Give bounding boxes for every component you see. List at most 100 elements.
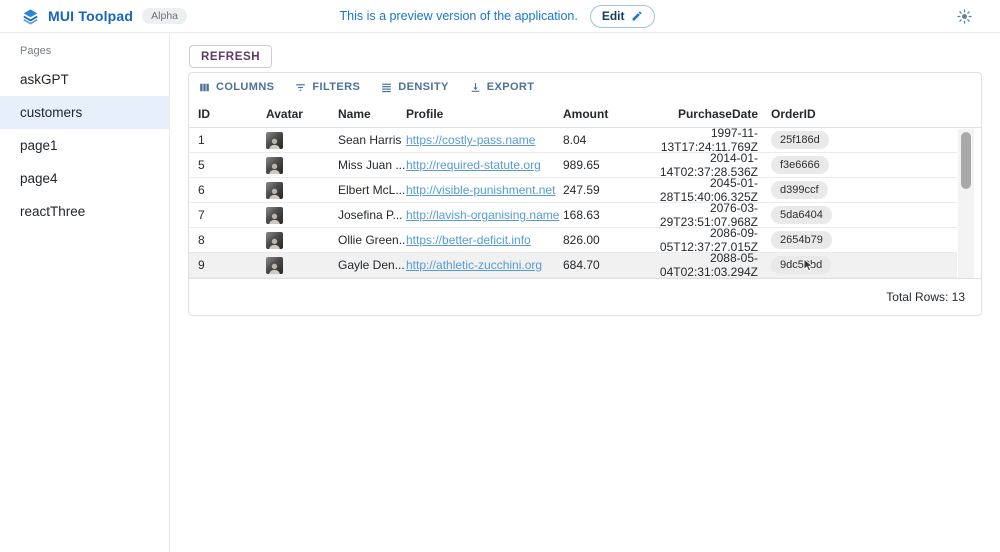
cell-name: Ollie Green... xyxy=(338,233,406,247)
cell-amount: 826.00 xyxy=(563,233,651,247)
cell-id: 9 xyxy=(189,258,266,272)
edit-button-label: Edit xyxy=(602,9,625,23)
table-row[interactable]: 8 Ollie Green... https://better-deficit.… xyxy=(189,228,957,253)
cell-amount: 8.04 xyxy=(563,133,651,147)
vertical-scrollbar-track[interactable] xyxy=(958,129,974,279)
profile-link[interactable]: http://athletic-zucchini.org xyxy=(406,258,542,272)
avatar-image xyxy=(266,157,283,174)
header-name[interactable]: Name xyxy=(338,107,406,121)
cell-name: Josefina P... xyxy=(338,208,406,222)
header-amount[interactable]: Amount xyxy=(563,107,651,121)
cell-id: 5 xyxy=(189,158,266,172)
cell-profile: http://lavish-organising.name xyxy=(406,208,563,222)
cell-avatar xyxy=(266,207,338,224)
profile-link[interactable]: http://required-statute.org xyxy=(406,158,541,172)
header-avatar[interactable]: Avatar xyxy=(266,107,338,121)
grid-toolbar: COLUMNS FILTERS DENSITY xyxy=(189,73,981,101)
cell-profile: http://athletic-zucchini.org xyxy=(406,258,563,272)
orderid-chip[interactable]: 9dc59bd xyxy=(771,256,831,274)
cell-orderid: 2654b79 xyxy=(758,231,957,249)
app-bar: MUI Toolpad Alpha This is a preview vers… xyxy=(0,0,1000,33)
avatar-image xyxy=(266,182,283,199)
sun-icon xyxy=(957,9,972,24)
cell-id: 8 xyxy=(189,233,266,247)
orderid-chip[interactable]: 5da6404 xyxy=(771,206,832,224)
header-orderid[interactable]: OrderID xyxy=(758,107,981,121)
profile-link[interactable]: https://better-deficit.info xyxy=(406,233,531,247)
cell-purchasedate: 2014-01-14T02:37:28.536Z xyxy=(651,151,758,179)
density-icon xyxy=(380,81,393,94)
app-title: MUI Toolpad xyxy=(48,8,133,24)
cell-purchasedate: 2086-09-05T12:37:27.015Z xyxy=(651,226,758,254)
filter-icon xyxy=(294,81,307,94)
pencil-icon xyxy=(631,10,643,22)
profile-link[interactable]: http://lavish-organising.name xyxy=(406,208,559,222)
sidebar-items: askGPTcustomerspage1page4reactThree xyxy=(0,63,169,228)
vertical-scrollbar-thumb[interactable] xyxy=(961,132,971,189)
cell-orderid: 25f186d xyxy=(758,131,957,149)
grid-footer: Total Rows: 13 xyxy=(189,278,981,315)
sidebar-item-askGPT[interactable]: askGPT xyxy=(0,63,169,96)
cell-name: Sean Harris xyxy=(338,133,406,147)
table-row[interactable]: 1 Sean Harris https://costly-pass.name 8… xyxy=(189,128,957,153)
cell-profile: http://required-statute.org xyxy=(406,158,563,172)
cell-amount: 168.63 xyxy=(563,208,651,222)
cell-avatar xyxy=(266,232,338,249)
orderid-chip[interactable]: 2654b79 xyxy=(771,231,832,249)
orderid-chip[interactable]: 25f186d xyxy=(771,131,829,149)
grid-header-row: ID Avatar Name Profile Amount PurchaseDa… xyxy=(189,101,981,128)
cell-name: Miss Juan ... xyxy=(338,158,406,172)
cell-purchasedate: 2088-05-04T02:31:03.294Z xyxy=(651,251,758,279)
table-row[interactable]: 9 Gayle Den... http://athletic-zucchini.… xyxy=(189,253,957,278)
avatar-image xyxy=(266,132,283,149)
brand-area: MUI Toolpad Alpha xyxy=(0,8,340,25)
theme-toggle-button[interactable] xyxy=(957,9,972,24)
table-row[interactable]: 5 Miss Juan ... http://required-statute.… xyxy=(189,153,957,178)
download-icon xyxy=(469,81,482,94)
cell-name: Elbert McL... xyxy=(338,183,406,197)
orderid-chip[interactable]: d399ccf xyxy=(771,181,828,199)
avatar-image xyxy=(266,207,283,224)
cell-profile: https://costly-pass.name xyxy=(406,133,563,147)
toolpad-logo-icon xyxy=(22,8,39,25)
edit-button[interactable]: Edit xyxy=(590,5,655,28)
sidebar-item-customers[interactable]: customers xyxy=(0,96,169,129)
grid-rows: 1 Sean Harris https://costly-pass.name 8… xyxy=(189,128,981,278)
cell-name: Gayle Den... xyxy=(338,258,406,272)
orderid-chip[interactable]: f3e6666 xyxy=(771,156,829,174)
density-button[interactable]: DENSITY xyxy=(380,81,448,94)
columns-icon xyxy=(198,81,211,94)
sidebar-item-reactThree[interactable]: reactThree xyxy=(0,195,169,228)
cell-purchasedate: 2076-03-29T23:51:07.968Z xyxy=(651,201,758,229)
sidebar-item-page4[interactable]: page4 xyxy=(0,162,169,195)
pages-section-label: Pages xyxy=(0,33,169,63)
header-purchasedate[interactable]: PurchaseDate xyxy=(651,107,758,121)
header-profile[interactable]: Profile xyxy=(406,107,563,121)
columns-button[interactable]: COLUMNS xyxy=(198,81,274,94)
cell-profile: http://visible-punishment.net xyxy=(406,183,563,197)
header-id[interactable]: ID xyxy=(189,107,266,121)
filters-button[interactable]: FILTERS xyxy=(294,81,360,94)
profile-link[interactable]: https://costly-pass.name xyxy=(406,133,535,147)
sidebar: Pages askGPTcustomerspage1page4reactThre… xyxy=(0,33,170,552)
cell-avatar xyxy=(266,257,338,274)
avatar-image xyxy=(266,232,283,249)
profile-link[interactable]: http://visible-punishment.net xyxy=(406,183,555,197)
cell-purchasedate: 1997-11-13T17:24:11.769Z xyxy=(651,126,758,154)
main-content: REFRESH COLUMNS FILTERS xyxy=(170,33,1000,552)
cell-amount: 989.65 xyxy=(563,158,651,172)
alpha-badge: Alpha xyxy=(142,8,187,24)
cell-id: 7 xyxy=(189,208,266,222)
cell-profile: https://better-deficit.info xyxy=(406,233,563,247)
data-grid: COLUMNS FILTERS DENSITY xyxy=(188,72,982,316)
table-row[interactable]: 6 Elbert McL... http://visible-punishmen… xyxy=(189,178,957,203)
cell-avatar xyxy=(266,182,338,199)
cell-avatar xyxy=(266,157,338,174)
sidebar-item-page1[interactable]: page1 xyxy=(0,129,169,162)
cell-purchasedate: 2045-01-28T15:40:06.325Z xyxy=(651,176,758,204)
avatar-image xyxy=(266,257,283,274)
refresh-button[interactable]: REFRESH xyxy=(189,45,272,68)
export-button[interactable]: EXPORT xyxy=(469,81,535,94)
table-row[interactable]: 7 Josefina P... http://lavish-organising… xyxy=(189,203,957,228)
total-rows-label: Total Rows: 13 xyxy=(886,290,965,304)
